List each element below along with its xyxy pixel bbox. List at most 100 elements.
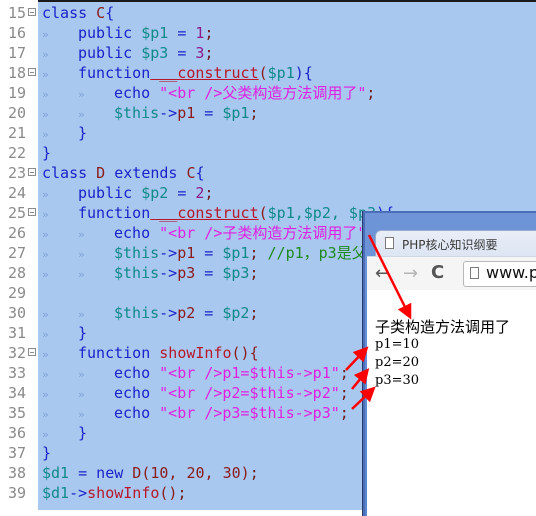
browser-window[interactable]: PHP核心知识纲要 ← → C www.p 子类构造方法调用了 p1=10 p2… — [362, 211, 536, 516]
forward-arrow-icon[interactable]: → — [403, 263, 418, 284]
code-line[interactable]: 21 »} — [0, 123, 536, 143]
line-number: 25 — [7, 204, 26, 222]
tab-marker-icon: » — [42, 88, 49, 101]
code-token: ; — [339, 384, 349, 402]
code-token: } — [78, 324, 88, 342]
line-number: 33 — [7, 364, 26, 382]
code-token: = — [69, 464, 88, 482]
back-arrow-icon[interactable]: ← — [375, 263, 390, 284]
code-token: $p2 — [132, 184, 169, 202]
code-line[interactable]: 20 » » $this->p1 = $p1; — [0, 103, 536, 123]
tab-marker-icon: » — [78, 108, 85, 121]
fold-toggle-icon[interactable] — [28, 208, 36, 216]
url-text: www.p — [486, 263, 536, 282]
code-token: C — [177, 164, 196, 182]
output-line: p3=30 — [375, 373, 420, 388]
code-text: » » $this->p3 = $p3; — [42, 263, 259, 285]
code-line[interactable]: 17 » public $p3 = 3; — [0, 43, 536, 63]
reload-icon[interactable]: C — [431, 262, 444, 283]
code-line[interactable]: 19 » » echo "<br />父类构造方法调用了"; — [0, 83, 536, 103]
browser-tab[interactable]: PHP核心知识纲要 — [375, 230, 536, 257]
fold-toggle-icon[interactable] — [28, 348, 36, 356]
code-token: -> — [159, 304, 178, 322]
line-number: 26 — [7, 224, 26, 242]
code-token: $p2 — [213, 304, 250, 322]
code-token: = — [195, 304, 214, 322]
code-token: function — [78, 344, 151, 362]
code-token: -> — [159, 264, 178, 282]
code-line[interactable]: 16 » public $p1 = 1; — [0, 23, 536, 43]
code-text: »function __construct($p1,$p2, $p3){ — [42, 203, 394, 225]
code-token: $p1,$p2, $p3 — [267, 204, 377, 222]
code-token: echo — [114, 224, 151, 242]
code-text: »} — [42, 423, 87, 445]
fold-toggle-icon[interactable] — [28, 68, 36, 76]
code-text: } — [42, 143, 51, 163]
line-number: 23 — [7, 164, 26, 182]
code-token: ; — [177, 484, 187, 502]
code-line[interactable]: 22} — [0, 143, 536, 163]
code-text: » function __construct($p1){ — [42, 63, 313, 85]
output-line: 子类构造方法调用了 — [375, 318, 511, 336]
code-text: »} — [42, 323, 87, 345]
code-token: extends — [105, 164, 178, 182]
code-token: public — [78, 24, 133, 42]
code-token: __construct — [150, 64, 259, 82]
code-token: { — [195, 164, 205, 182]
code-token: } — [42, 444, 52, 462]
code-line[interactable]: 23 class D extends C{ — [0, 163, 536, 183]
tab-marker-icon: » — [42, 128, 49, 141]
code-token: -> — [159, 244, 178, 262]
line-number: 19 — [7, 84, 26, 102]
code-token: } — [42, 144, 52, 162]
code-token: $this — [114, 264, 160, 282]
code-text: » public $p2 = 2; — [42, 183, 213, 205]
code-token: ; — [339, 404, 349, 422]
code-text: » » $this->p1 = $p1; — [42, 103, 259, 125]
code-token: -> — [69, 484, 88, 502]
code-token: showInfo — [87, 484, 160, 502]
tab-marker-icon: » — [42, 48, 49, 61]
code-token: class — [42, 4, 88, 22]
code-text: » » echo "<br />p3=$this->p3"; — [42, 403, 349, 425]
line-number: 18 — [7, 64, 26, 82]
code-line[interactable]: 24 » public $p2 = 2; — [0, 183, 536, 203]
code-token: = — [168, 44, 187, 62]
code-token: 3 — [186, 44, 205, 62]
tab-marker-icon: » — [78, 88, 85, 101]
code-line[interactable]: 15 class C{ — [0, 3, 536, 23]
fold-toggle-icon[interactable] — [28, 168, 36, 176]
line-number: 30 — [7, 304, 26, 322]
tab-marker-icon: » — [78, 268, 85, 281]
fold-toggle-icon[interactable] — [28, 8, 36, 16]
tab-marker-icon: » — [42, 228, 49, 241]
line-number: 28 — [7, 264, 26, 282]
code-token: = — [195, 244, 214, 262]
code-token: $p3 — [213, 264, 250, 282]
tab-marker-icon: » — [42, 28, 49, 41]
code-token: $d1 — [42, 484, 70, 502]
code-token: $this — [114, 304, 160, 322]
tab-marker-icon: » — [42, 328, 49, 341]
line-number: 20 — [7, 104, 26, 122]
code-token: echo — [114, 404, 151, 422]
code-text: » » echo "<br />p2=$this->p2"; — [42, 383, 349, 405]
code-line[interactable]: 18 » function __construct($p1){ — [0, 63, 536, 83]
code-token: 1 — [186, 24, 205, 42]
code-token: 2 — [186, 184, 205, 202]
code-token: ; — [204, 44, 214, 62]
tab-marker-icon: » — [42, 108, 49, 121]
line-number: 35 — [7, 404, 26, 422]
code-text: class D extends C{ — [42, 163, 205, 183]
code-token: $p1 — [213, 104, 250, 122]
code-text: » » $this->p2 = $p2; — [42, 303, 259, 325]
code-token: echo — [114, 364, 151, 382]
code-token: ; — [366, 84, 376, 102]
tab-marker-icon: » — [42, 248, 49, 261]
line-number: 31 — [7, 324, 26, 342]
code-token: p1 — [177, 104, 196, 122]
code-token: new — [87, 464, 124, 482]
code-text: $d1->showInfo(); — [42, 483, 187, 503]
code-token: -> — [159, 104, 178, 122]
address-bar[interactable]: www.p — [463, 261, 536, 287]
